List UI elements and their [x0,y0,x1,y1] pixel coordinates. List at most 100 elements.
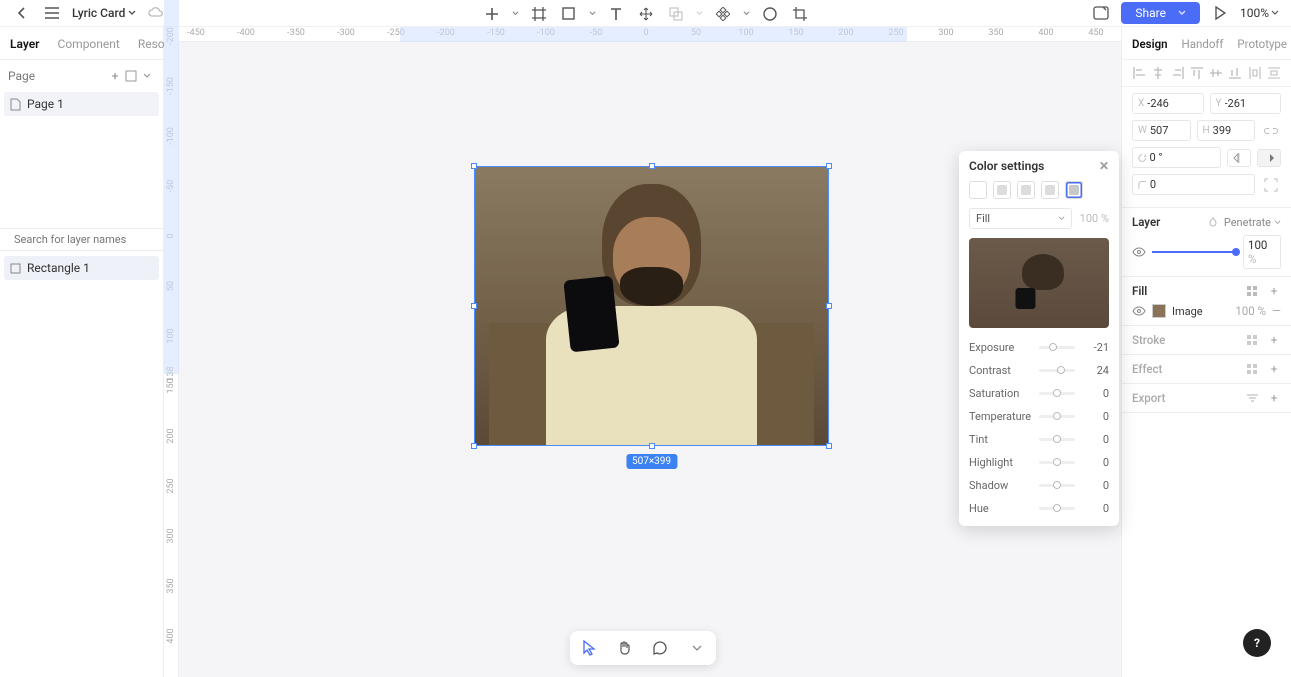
x-field[interactable]: X [1132,93,1204,114]
slider-track[interactable] [1039,438,1075,441]
thumb-stretch[interactable] [1017,181,1035,199]
radius-field[interactable] [1132,174,1255,195]
add-tool-icon[interactable] [482,4,502,24]
remove-fill-icon[interactable]: — [1272,304,1281,318]
zoom-dropdown[interactable]: 100% [1240,6,1279,20]
fill-visibility-icon[interactable] [1132,306,1146,316]
slider-track[interactable] [1039,369,1075,372]
slider-value[interactable]: 0 [1083,433,1109,446]
slider-value[interactable]: 0 [1083,410,1109,423]
slider-value[interactable]: 0 [1083,387,1109,400]
rotation-field[interactable] [1132,147,1221,168]
flip-h-icon[interactable] [1227,149,1251,167]
search-input[interactable] [14,233,154,246]
more-tools-icon[interactable] [686,637,708,659]
add-stroke-icon[interactable]: + [1267,333,1281,347]
slider-value[interactable]: 0 [1083,456,1109,469]
tab-handoff[interactable]: Handoff [1182,37,1224,51]
opacity-field[interactable]: 100 % [1243,235,1281,269]
resize-handle-e[interactable] [826,303,832,309]
fill-item[interactable]: Image 100 % — [1132,304,1281,318]
distribute-v-icon[interactable] [1267,66,1281,80]
blend-icon[interactable] [1208,217,1218,227]
slider-value[interactable]: 0 [1083,502,1109,515]
resize-handle-sw[interactable] [471,443,477,449]
stroke-grid-icon[interactable] [1247,335,1261,345]
dev-mode-icon[interactable] [1091,3,1111,23]
ellipse-tool-icon[interactable] [760,4,780,24]
align-top-icon[interactable] [1190,66,1204,80]
thumb-original[interactable] [969,181,987,199]
fill-swatch[interactable] [1152,304,1166,318]
chevron-down-icon[interactable] [743,10,750,17]
slider-track[interactable] [1039,484,1075,487]
flip-v-icon[interactable] [1257,149,1281,167]
thumb-fit[interactable] [993,181,1011,199]
help-fab[interactable]: ? [1243,629,1271,657]
link-wh-icon[interactable] [1261,123,1281,139]
layer-search[interactable] [0,228,163,251]
add-fill-icon[interactable]: + [1267,284,1281,298]
add-page-icon[interactable]: + [107,68,123,84]
comment-tool-icon[interactable] [650,637,672,659]
blend-mode-dropdown[interactable]: Penetrate [1224,216,1281,229]
boolean-tool-icon[interactable] [666,4,686,24]
align-bottom-icon[interactable] [1228,66,1242,80]
slider-value[interactable]: -21 [1083,341,1109,354]
h-field[interactable]: H [1197,120,1256,141]
resize-handle-nw[interactable] [471,163,477,169]
file-name[interactable]: Lyric Card [72,6,136,20]
align-left-icon[interactable] [1132,66,1146,80]
slider-value[interactable]: 24 [1083,364,1109,377]
resize-handle-s[interactable] [649,443,655,449]
effect-grid-icon[interactable] [1247,364,1261,374]
clip-icon[interactable] [1261,175,1281,195]
shape-tool-icon[interactable] [559,4,579,24]
resize-handle-ne[interactable] [826,163,832,169]
w-field[interactable]: W [1132,120,1191,141]
tab-prototype[interactable]: Prototype [1237,37,1287,51]
slider-track[interactable] [1039,507,1075,510]
move-tool-icon[interactable] [636,4,656,24]
slider-value[interactable]: 0 [1083,479,1109,492]
align-vcenter-icon[interactable] [1209,66,1223,80]
export-settings-icon[interactable] [1247,393,1261,403]
distribute-h-icon[interactable] [1248,66,1262,80]
page-item[interactable]: Page 1 [4,92,159,116]
component-tool-icon[interactable] [713,4,733,24]
slider-track[interactable] [1039,415,1075,418]
fill-mode-select[interactable]: Fill [969,208,1072,229]
menu-icon[interactable] [42,3,62,23]
opacity-slider[interactable] [1152,251,1237,253]
share-button[interactable]: Share [1121,2,1200,24]
align-hcenter-icon[interactable] [1151,66,1165,80]
chevron-down-icon[interactable] [589,10,596,17]
y-field[interactable]: Y [1210,93,1282,114]
chevron-down-icon[interactable] [512,10,519,17]
close-icon[interactable]: ✕ [1099,159,1109,173]
image-preview[interactable] [969,238,1109,328]
selected-rectangle[interactable] [474,166,829,446]
slider-track[interactable] [1039,392,1075,395]
resize-handle-n[interactable] [649,163,655,169]
tab-layer[interactable]: Layer [10,37,40,51]
text-tool-icon[interactable] [606,4,626,24]
collapse-pages-icon[interactable] [139,68,155,84]
add-export-icon[interactable]: + [1267,391,1281,405]
resize-handle-w[interactable] [471,303,477,309]
slider-track[interactable] [1039,346,1075,349]
page-view-icon[interactable] [123,68,139,84]
visibility-icon[interactable] [1132,247,1146,257]
tab-design[interactable]: Design [1132,37,1168,51]
crop-tool-icon[interactable] [790,4,810,24]
thumb-tile[interactable] [1041,181,1059,199]
layer-item[interactable]: Rectangle 1 [4,256,159,280]
back-icon[interactable] [12,3,32,23]
thumb-crop[interactable] [1065,181,1083,199]
pointer-tool-icon[interactable] [578,637,600,659]
fill-grid-icon[interactable] [1247,286,1261,296]
align-right-icon[interactable] [1171,66,1185,80]
hand-tool-icon[interactable] [614,637,636,659]
slider-track[interactable] [1039,461,1075,464]
tab-component[interactable]: Component [58,37,120,51]
